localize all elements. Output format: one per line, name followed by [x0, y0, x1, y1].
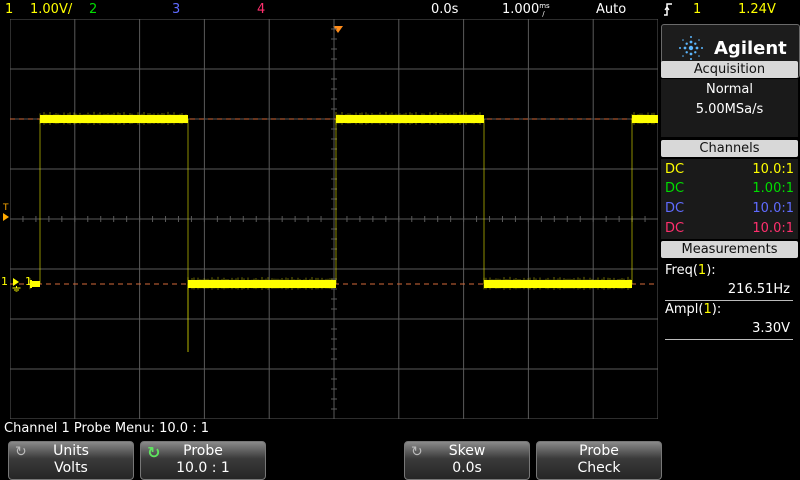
channel-4-label[interactable]: 4: [257, 0, 265, 19]
trigger-mode[interactable]: Auto: [596, 0, 626, 19]
time-delay[interactable]: 0.0s: [431, 0, 458, 19]
time-unit-bottom: /: [542, 10, 545, 18]
acquisition-section: Normal 5.00MSa/s: [661, 79, 798, 137]
channel-1-ground-marker[interactable]: 1 1: [1, 275, 32, 293]
waveform-svg: [9, 18, 659, 420]
channels-header[interactable]: Channels: [661, 140, 798, 157]
measurement-divider-2: [665, 339, 793, 340]
softkey-probe[interactable]: ↻ Probe 10.0 : 1: [140, 441, 266, 480]
channel-1-ground-number: 1: [1, 275, 8, 288]
measurements-section: Freq(1): 216.51Hz Ampl(1): 3.30V: [661, 260, 798, 342]
trigger-source[interactable]: 1: [693, 0, 701, 19]
channel-4-probe-ratio: 10.0:1: [752, 221, 794, 236]
trigger-level-marker[interactable]: T: [3, 203, 9, 221]
channel-3-probe-ratio: 10.0:1: [752, 201, 794, 216]
ampl-value: 3.30V: [752, 321, 790, 336]
softkey-units-value: Volts: [54, 460, 88, 476]
measurements-header[interactable]: Measurements: [661, 241, 798, 258]
softkey-skew-label: Skew: [448, 443, 486, 459]
time-unit-top: ms: [539, 2, 550, 10]
channel-1-trace: [29, 111, 658, 352]
info-panel: Agilent Acquisition Normal 5.00MSa/s Cha…: [660, 20, 800, 420]
softkey-units-label: Units: [53, 443, 89, 459]
channel-1-scale[interactable]: 1.00V/: [30, 0, 72, 19]
acquisition-mode: Normal: [705, 82, 754, 97]
acquisition-rate: 5.00MSa/s: [695, 102, 764, 117]
graticule-grid: [9, 18, 659, 420]
channel-3-coupling: DC: [665, 201, 685, 216]
softkey-skew-value: 0.0s: [452, 460, 482, 476]
channel-3-label[interactable]: 3: [172, 0, 180, 19]
channel-1-coupling: DC: [665, 162, 685, 177]
time-scale[interactable]: 1.000 ms /: [502, 0, 550, 19]
trigger-marker-letter: T: [3, 203, 9, 213]
channel-4-coupling: DC: [665, 221, 685, 236]
softkey-probe-label: Probe: [183, 443, 223, 459]
softkey-probe-value: 10.0 : 1: [176, 460, 230, 476]
ampl-label: Ampl(1):: [665, 302, 722, 317]
menu-title: Channel 1 Probe Menu: 10.0 : 1: [4, 421, 209, 436]
softkey-probe-check-label: Probe: [579, 443, 619, 459]
trigger-edge-icon: [663, 0, 673, 19]
channels-section: DC 10.0:1 DC 1.00:1 DC 10.0:1 DC 10.0:1: [661, 159, 798, 239]
brand-name: Agilent: [714, 38, 787, 59]
channel-1-probe-ratio: 10.0:1: [752, 162, 794, 177]
softkey-probe-check[interactable]: Probe Check: [536, 441, 662, 480]
channel-2-coupling: DC: [665, 181, 685, 196]
status-bar: 1 1.00V/ 2 3 4 0.0s 1.000 ms / Auto 1 1.…: [0, 0, 800, 19]
acquisition-header[interactable]: Acquisition: [661, 61, 798, 78]
softkey-units[interactable]: ↻ Units Volts: [8, 441, 134, 480]
channel-2-label[interactable]: 2: [89, 0, 97, 19]
trigger-level[interactable]: 1.24V: [738, 0, 776, 19]
time-scale-value: 1.000: [502, 2, 540, 17]
softkey-probe-check-value: Check: [577, 460, 621, 476]
softkey-skew[interactable]: ↻ Skew 0.0s: [404, 441, 530, 480]
channel-1-level-number: 1: [25, 275, 32, 288]
freq-label: Freq(1):: [665, 263, 716, 278]
channel-2-probe-ratio: 1.00:1: [752, 181, 794, 196]
freq-value: 216.51Hz: [727, 282, 790, 297]
waveform-display[interactable]: [9, 18, 659, 420]
channel-1-label[interactable]: 1: [5, 0, 13, 19]
